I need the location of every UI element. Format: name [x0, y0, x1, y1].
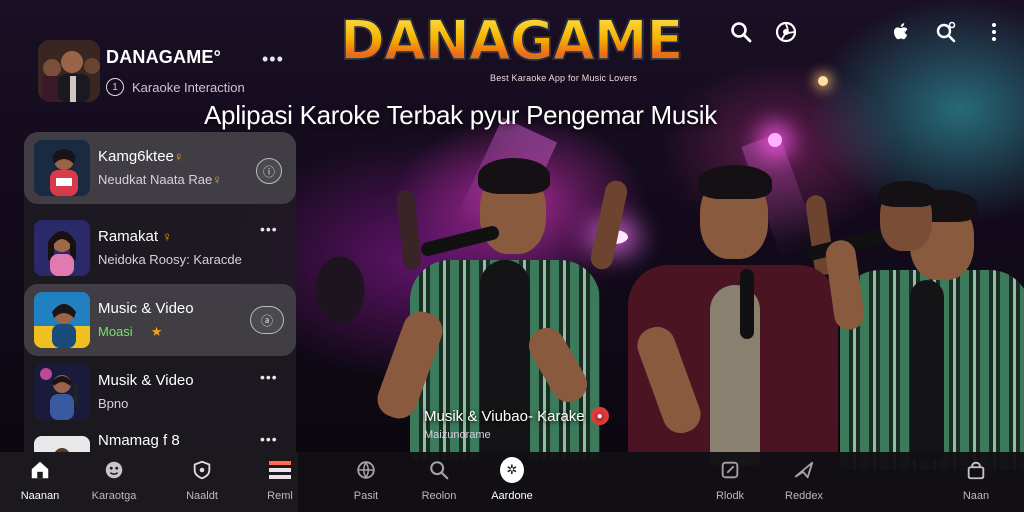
nav-item-edit[interactable]: Rlodk: [694, 458, 766, 508]
nav-item-karaoke[interactable]: Karaotga: [78, 458, 150, 508]
item-more-icon[interactable]: •••: [260, 222, 278, 236]
list-item[interactable]: Kamg6ktee♀ Neudkat Naata Rae♀ ⓘ: [24, 132, 296, 204]
list-item[interactable]: Nmamag f 8 •••: [24, 428, 296, 452]
list-item-subtitle: Moasi ★: [98, 324, 163, 339]
nav-label: Naan: [962, 490, 990, 502]
nav-item-list[interactable]: Reml: [244, 458, 316, 508]
record-icon: ●: [590, 407, 609, 425]
home-icon: [28, 458, 52, 482]
face-icon: [102, 458, 126, 482]
song-thumbnail: [34, 220, 90, 276]
nav-item-search[interactable]: Reolon: [403, 458, 475, 508]
song-list: Kamg6ktee♀ Neudkat Naata Rae♀ ⓘ Ramakat …: [24, 132, 296, 452]
apple-icon[interactable]: [887, 18, 915, 46]
song-thumbnail: [34, 292, 90, 348]
more-vertical-icon[interactable]: [980, 18, 1008, 46]
list-item-subtitle: Bpno: [98, 396, 129, 411]
list-item-title: Music & Video: [98, 300, 194, 317]
music-emoji-icon: ♀: [173, 149, 184, 164]
globe-icon: [354, 458, 378, 482]
bottom-nav: Naanan Karaotga Naaldt Reml Pasit Reolon…: [0, 452, 1024, 512]
list-item-title: Nmamag f 8: [98, 432, 180, 449]
plane-icon: [792, 458, 816, 482]
song-thumbnail: [34, 140, 90, 196]
music-emoji-icon: ♀: [162, 229, 172, 244]
now-playing-caption: Musik & Viubao- Karake ●: [424, 407, 609, 425]
search-icon: [427, 458, 451, 482]
search-icon[interactable]: [727, 18, 755, 46]
stage-light-spot: [818, 76, 828, 86]
nav-item-karaoke-main[interactable]: ✲ Aardone: [476, 457, 548, 508]
list-icon: [268, 458, 292, 482]
singer-center: [620, 165, 850, 465]
nav-label: Naanan: [20, 490, 60, 502]
edit-icon: [718, 458, 742, 482]
list-item-subtitle: Neudkat Naata Rae♀: [98, 172, 222, 187]
list-item-title: Musik & Video: [98, 372, 194, 389]
bag-icon: [964, 458, 988, 482]
list-item[interactable]: Ramakat ♀ Neidoka Roosy: Karacde •••: [24, 212, 296, 284]
profile-more-icon[interactable]: •••: [262, 50, 284, 68]
nav-label: Reolon: [421, 490, 457, 502]
status-icon: 1: [106, 78, 124, 96]
singer-back: [870, 181, 940, 275]
nav-item-shield[interactable]: Naaldt: [166, 458, 238, 508]
profile-card[interactable]: DANAGAME° 1 Karaoke Interaction •••: [26, 26, 296, 116]
profile-status: 1 Karaoke Interaction: [106, 78, 245, 96]
download-button[interactable]: ⓘ: [256, 158, 282, 184]
music-emoji-icon: ♀: [212, 172, 222, 187]
download-button[interactable]: ⓐ: [250, 306, 284, 334]
item-more-icon[interactable]: •••: [260, 432, 278, 446]
nav-item-bag[interactable]: Naan: [940, 458, 1012, 508]
nav-item-plane[interactable]: Reddex: [768, 458, 840, 508]
avatar[interactable]: [38, 40, 100, 102]
brand-logo: DANAGAME: [339, 9, 684, 72]
brand-subtitle: Best Karaoke App for Music Lovers: [490, 73, 638, 83]
nav-item-globe[interactable]: Pasit: [330, 458, 402, 508]
star-icon: ★: [150, 324, 163, 339]
vinyl-icon[interactable]: [772, 18, 800, 46]
shield-icon: [190, 458, 214, 482]
now-playing-subtitle: Maizunorame: [424, 429, 491, 441]
karaoke-icon: ✲: [500, 457, 524, 483]
nav-label: Aardone: [491, 490, 533, 502]
list-item[interactable]: Music & Video Moasi ★ ⓐ: [24, 284, 296, 356]
list-item[interactable]: Musik & Video Bpno •••: [24, 356, 296, 428]
song-thumbnail: [34, 364, 90, 420]
list-item-title: Kamg6ktee♀: [98, 148, 184, 165]
nav-label: Rlodk: [715, 490, 745, 502]
now-playing-title: Musik & Viubao- Karake: [424, 407, 585, 425]
nav-label: Karaotga: [91, 490, 137, 502]
list-item-title: Ramakat ♀: [98, 228, 172, 245]
nav-label: Pasit: [353, 490, 379, 502]
nav-label: Reml: [267, 490, 293, 502]
sidebar: DANAGAME° 1 Karaoke Interaction ••• Kamg…: [18, 16, 298, 452]
stage-light-spot: [768, 133, 782, 147]
profile-status-text: Karaoke Interaction: [132, 79, 245, 95]
nav-label: Reddex: [785, 490, 823, 502]
song-thumbnail: [34, 436, 90, 452]
item-more-icon[interactable]: •••: [260, 370, 278, 384]
profile-name: DANAGAME°: [106, 47, 221, 67]
nav-item-home[interactable]: Naanan: [4, 458, 76, 508]
nav-label: Naaldt: [186, 490, 218, 502]
search-settings-icon[interactable]: [932, 18, 960, 46]
list-item-subtitle: Neidoka Roosy: Karacde: [98, 252, 242, 267]
